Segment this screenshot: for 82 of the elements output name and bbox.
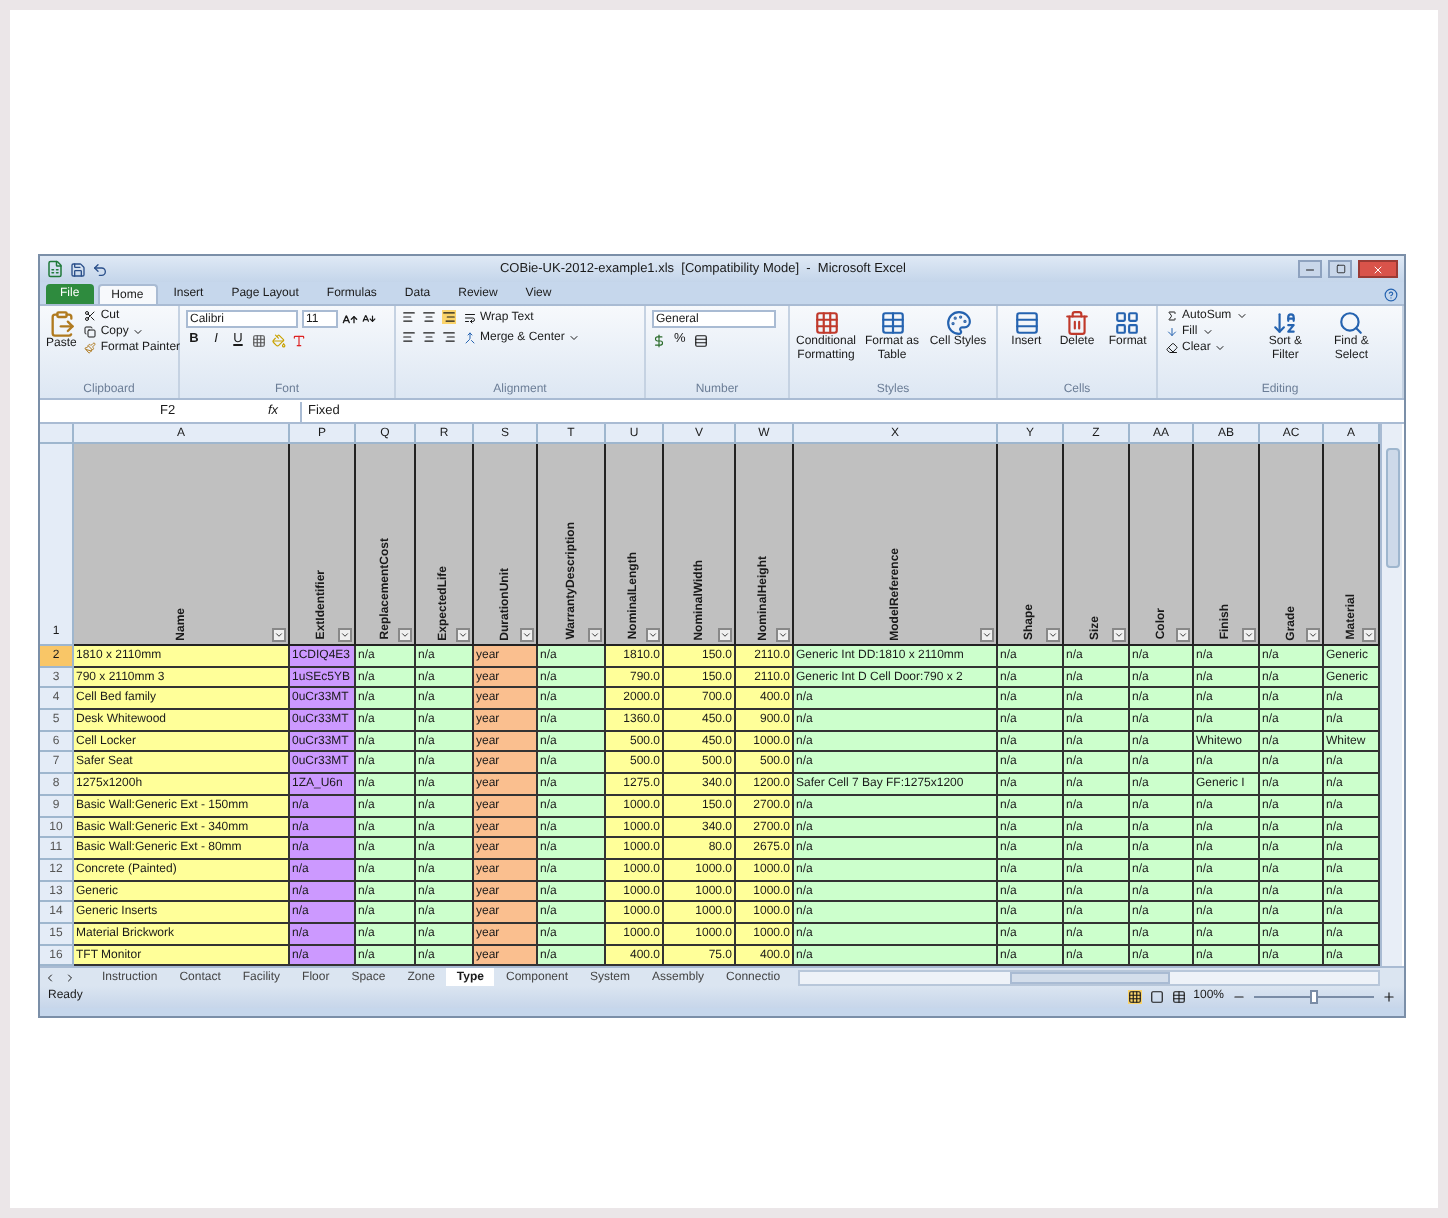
- minimize-icon: [1304, 263, 1316, 275]
- eraser-icon: [1166, 342, 1178, 354]
- spreadsheet-app-icon: [46, 260, 64, 278]
- caret-icon: [778, 630, 788, 640]
- caret-icon: [340, 630, 350, 640]
- vertical-scrollbar[interactable]: [1380, 424, 1402, 967]
- filter-dropdown-icon[interactable]: [1046, 628, 1060, 642]
- maximize-icon: [1335, 264, 1345, 274]
- filter-dropdown-icon[interactable]: [776, 628, 790, 642]
- caret-icon: [1114, 630, 1124, 640]
- undo-icon: [92, 261, 108, 277]
- styles-icon: [813, 310, 839, 336]
- filter-dropdown-icon[interactable]: [1242, 628, 1256, 642]
- zoom-slider-thumb[interactable]: [1310, 990, 1318, 1005]
- font-color-icon: [292, 334, 306, 348]
- borders-icon: [252, 334, 266, 348]
- caret-icon: [1308, 630, 1318, 640]
- save-icon: [70, 261, 86, 277]
- filter-dropdown-icon[interactable]: [520, 628, 534, 642]
- caret-icon: [522, 630, 532, 640]
- sigma-icon: [1166, 310, 1178, 322]
- grow-font-icon: [342, 311, 358, 327]
- zoom-in-icon: [1382, 990, 1396, 1005]
- filter-dropdown-icon[interactable]: [1112, 628, 1126, 642]
- align-left-icon: [402, 330, 416, 344]
- cells-icon: [1013, 310, 1040, 336]
- copy-icon: [84, 326, 97, 338]
- currency-icon: [652, 334, 666, 348]
- cells-icon: [1063, 310, 1090, 336]
- filter-dropdown-icon[interactable]: [272, 628, 286, 642]
- close-icon: [1372, 263, 1384, 275]
- filter-dropdown-icon[interactable]: [338, 628, 352, 642]
- filter-dropdown-icon[interactable]: [646, 628, 660, 642]
- caret-icon: [458, 630, 468, 640]
- minimize-button[interactable]: [1298, 260, 1322, 278]
- align-center-icon: [422, 330, 436, 344]
- filter-dropdown-icon[interactable]: [398, 628, 412, 642]
- filter-dropdown-icon[interactable]: [718, 628, 732, 642]
- paintbrush-icon: [84, 342, 97, 354]
- filter-dropdown-icon[interactable]: [588, 628, 602, 642]
- align-bottom-icon: [442, 310, 456, 324]
- merge-icon: [464, 331, 476, 343]
- filter-dropdown-icon[interactable]: [1176, 628, 1190, 642]
- caret-icon: [568, 331, 581, 343]
- caret-icon: [1048, 630, 1058, 640]
- caret-icon: [1364, 630, 1374, 640]
- align-top-icon: [402, 310, 416, 324]
- align-middle-icon: [422, 310, 436, 324]
- caret-icon: [720, 630, 730, 640]
- search-icon: [1338, 310, 1365, 336]
- filter-dropdown-icon[interactable]: [456, 628, 470, 642]
- align-right-icon: [442, 330, 456, 344]
- shrink-font-icon: [362, 312, 376, 326]
- styles-icon: [879, 310, 905, 336]
- filter-dropdown-icon[interactable]: [1306, 628, 1320, 642]
- fill-color-icon: [272, 334, 286, 348]
- page-break-icon: [1171, 990, 1186, 1005]
- maximize-button[interactable]: [1328, 260, 1352, 278]
- close-button[interactable]: [1358, 260, 1398, 278]
- wrap-text-icon: [464, 311, 476, 323]
- help-icon: [1384, 288, 1398, 302]
- caret-icon: [590, 630, 600, 640]
- filter-dropdown-icon[interactable]: [980, 628, 994, 642]
- caret-icon: [648, 630, 658, 640]
- caret-icon: [1235, 310, 1248, 322]
- normal-view-icon: [1127, 990, 1142, 1005]
- clipboard-icon: [47, 310, 76, 338]
- horizontal-scrollbar[interactable]: [798, 969, 1380, 986]
- zoom-slider[interactable]: [1254, 990, 1374, 1005]
- styles-icon: [945, 310, 971, 336]
- caret-icon: [400, 630, 410, 640]
- scissors-icon: [84, 310, 97, 322]
- caret-icon: [1244, 630, 1254, 640]
- caret-icon: [132, 326, 145, 338]
- cells-icon: [1114, 310, 1141, 336]
- caret-icon: [274, 630, 284, 640]
- down-arrow-icon: [1166, 326, 1178, 338]
- caret-icon: [982, 630, 992, 640]
- page-layout-icon: [1149, 990, 1164, 1005]
- filter-dropdown-icon[interactable]: [1362, 628, 1376, 642]
- caret-icon: [1178, 630, 1188, 640]
- sort-icon: [1272, 310, 1299, 336]
